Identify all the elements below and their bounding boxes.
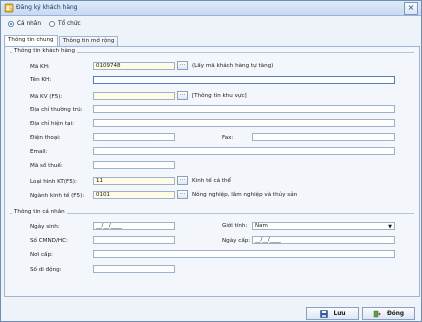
gender-label: Giới tính:	[222, 223, 248, 229]
area-code-input[interactable]	[93, 92, 175, 100]
close-button[interactable]: Đóng	[362, 307, 415, 320]
save-button[interactable]: Lưu	[306, 307, 359, 320]
customer-code-hint: (Lấy mã khách hàng tự tăng)	[192, 63, 274, 69]
customer-code-input[interactable]: 0109748	[93, 62, 175, 70]
radio-selected-icon	[8, 21, 14, 27]
tax-code-input[interactable]	[93, 161, 175, 169]
permanent-address-input[interactable]	[93, 105, 395, 113]
close-window-button[interactable]: ×	[404, 2, 418, 15]
phone-input[interactable]	[93, 133, 175, 141]
radio-individual[interactable]: Cá nhân	[8, 21, 41, 27]
customer-form-icon	[4, 3, 14, 13]
radio-individual-label: Cá nhân	[17, 21, 42, 27]
radio-unselected-icon	[49, 21, 56, 27]
gender-value: Nam	[255, 223, 268, 229]
economic-sector-label: Ngành kinh tế (F5):	[30, 193, 85, 199]
window-title: Đăng ký khách hàng	[16, 4, 78, 11]
customer-name-label: Tên KH:	[30, 77, 52, 83]
form-tabs: Thông tin chung Thông tin mở rộng	[4, 35, 119, 47]
customer-info-title: Thông tin khách hàng	[12, 48, 78, 54]
radio-organization-label: Tổ chức	[58, 21, 81, 27]
area-code-hint: [Thông tin khu vực]	[192, 93, 247, 99]
economic-sector-hint: Nông nghiệp, lâm nghiệp và thủy sản	[192, 192, 298, 198]
id-number-input[interactable]	[93, 236, 175, 244]
economic-type-label: Loại hình KT(F5):	[30, 179, 77, 185]
gender-select[interactable]: Nam ▼	[252, 222, 395, 230]
title-bar: Đăng ký khách hàng ×	[1, 1, 421, 16]
current-address-label: Địa chỉ hiện tại:	[30, 121, 74, 127]
chevron-down-icon: ▼	[388, 224, 392, 230]
tax-code-label: Mã số thuế:	[30, 163, 63, 169]
economic-type-input[interactable]: 11	[93, 177, 175, 185]
issue-place-input[interactable]	[93, 250, 395, 258]
email-input[interactable]	[93, 147, 395, 155]
mobile-number-label: Số di động:	[30, 267, 62, 273]
economic-sector-lookup-button[interactable]: ...	[177, 190, 188, 199]
current-address-input[interactable]	[93, 119, 395, 127]
economic-sector-input[interactable]: 0101	[93, 191, 175, 199]
id-number-label: Số CMND/HC:	[30, 238, 68, 244]
fax-label: Fax:	[222, 135, 234, 141]
economic-type-lookup-button[interactable]: ...	[177, 176, 188, 185]
customer-name-input[interactable]	[93, 76, 395, 84]
mobile-number-input[interactable]	[93, 265, 175, 273]
email-label: Email:	[30, 149, 48, 155]
save-button-label: Lưu	[333, 310, 346, 317]
fax-input[interactable]	[252, 133, 395, 141]
personal-info-title: Thông tin cá nhân	[12, 209, 67, 215]
radio-organization[interactable]: Tổ chức	[49, 21, 81, 27]
economic-type-hint: Kinh tế cá thể	[192, 178, 231, 184]
issue-date-input[interactable]: __/__/____	[252, 236, 395, 244]
area-code-lookup-button[interactable]: ...	[177, 91, 188, 100]
birth-date-label: Ngày sinh:	[30, 224, 60, 230]
area-code-label: Mã KV (F5):	[30, 94, 63, 100]
close-button-label: Đóng	[386, 310, 405, 317]
issue-place-label: Nơi cấp:	[30, 252, 53, 258]
birth-date-input[interactable]: __/__/____	[93, 222, 175, 230]
exit-door-icon	[373, 310, 381, 317]
general-info-panel: Thông tin khách hàng Thông tin cá nhân M…	[4, 46, 420, 297]
phone-label: Điện thoại:	[30, 135, 61, 141]
customer-code-lookup-button[interactable]: ...	[177, 61, 188, 70]
customer-type-selector: Cá nhân Tổ chức	[8, 19, 81, 29]
permanent-address-label: Địa chỉ thường trú:	[30, 107, 83, 113]
customer-code-label: Mã KH:	[30, 64, 50, 70]
save-icon	[319, 309, 328, 318]
issue-date-label: Ngày cấp:	[222, 238, 251, 244]
customer-registration-window: Đăng ký khách hàng × Cá nhân Tổ chức Thô…	[0, 0, 422, 322]
